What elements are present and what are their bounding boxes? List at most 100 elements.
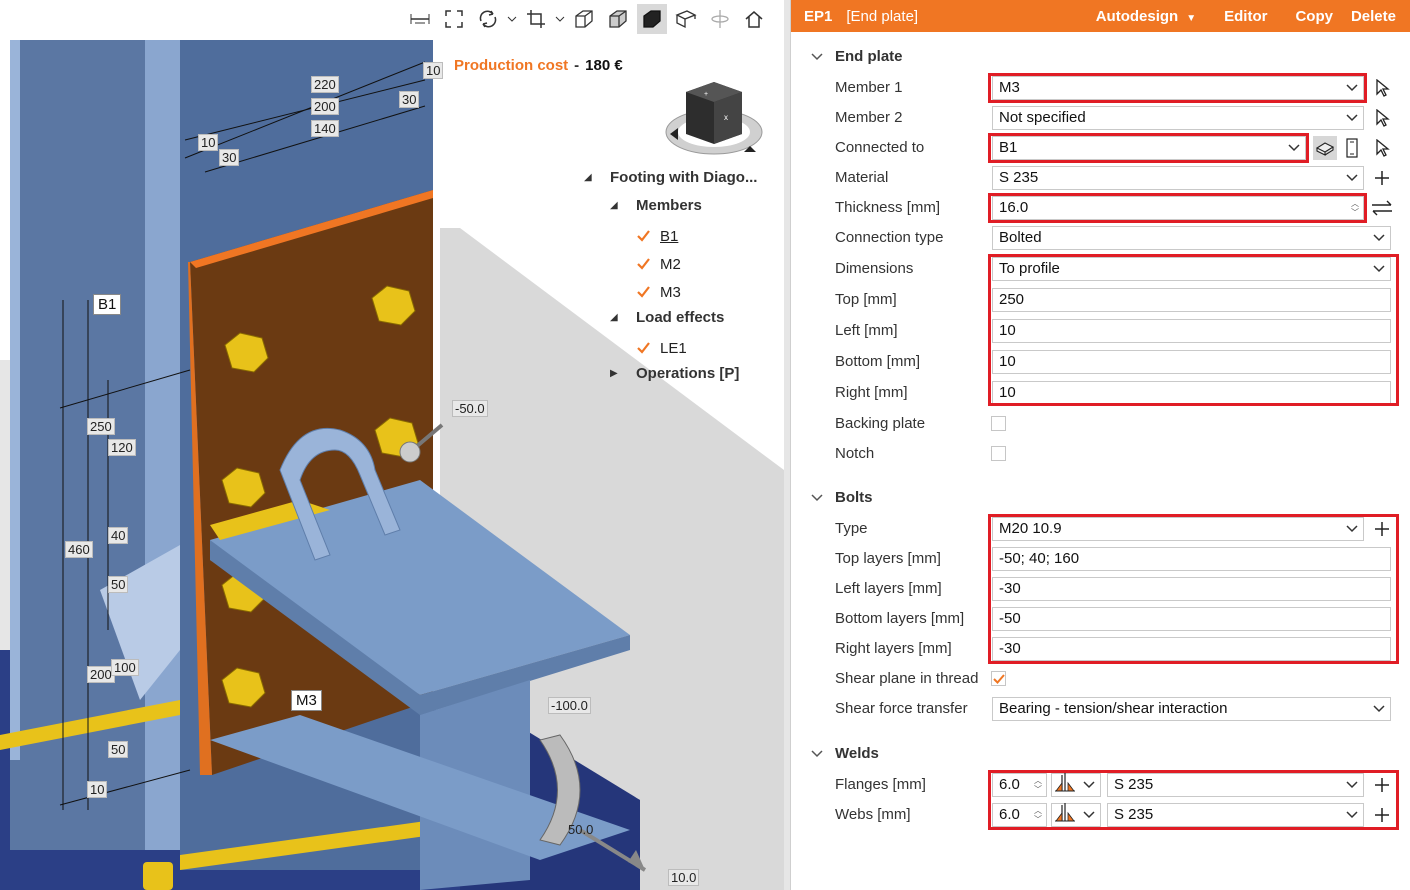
chevron-down-icon[interactable] [1368, 265, 1390, 273]
flanges-size-input[interactable]: 6.0 ︿ ﹀ [992, 773, 1047, 797]
chevron-down-icon[interactable] [1078, 811, 1100, 819]
delete-button[interactable]: Delete [1351, 8, 1396, 25]
chevron-down-icon[interactable] [1078, 781, 1100, 789]
chevron-down-icon[interactable] [1341, 525, 1363, 533]
section-welds[interactable]: Welds [811, 745, 879, 762]
chevron-down-icon[interactable] [1341, 781, 1363, 789]
connected-to-label: Connected to [835, 139, 925, 156]
webs-material-select[interactable]: S 235 [1107, 803, 1364, 827]
expand-triangle-icon[interactable]: ▶ [610, 368, 622, 379]
tree-load-le1[interactable]: LE1 [636, 337, 687, 359]
flanges-weld-type-select[interactable] [1051, 772, 1101, 797]
left-input[interactable]: 10 [992, 319, 1391, 343]
tree-root[interactable]: ◢ Footing with Diago... [584, 166, 757, 188]
pick-cursor-icon[interactable] [1370, 106, 1394, 130]
notch-checkbox[interactable] [991, 446, 1006, 461]
bottom-input[interactable]: 10 [992, 350, 1391, 374]
left-layers-input[interactable]: -30 [992, 577, 1391, 601]
caret-down-icon[interactable]: ▼ [1186, 13, 1196, 24]
connection-type-select[interactable]: Bolted [992, 226, 1391, 250]
chevron-down-icon[interactable] [507, 4, 517, 34]
section-bolts[interactable]: Bolts [811, 489, 873, 506]
member-label-m3[interactable]: M3 [291, 690, 322, 711]
3d-viewport[interactable]: 220 200 140 10 30 10 30 250 120 460 40 5… [0, 0, 784, 890]
top-input[interactable]: 250 [992, 288, 1391, 312]
spinner-icon[interactable]: ︿ ﹀ [1030, 776, 1046, 794]
navigation-cube-icon[interactable]: + x [664, 78, 764, 160]
rotate-icon[interactable] [473, 4, 503, 34]
tree-operations[interactable]: ▶ Operations [P] [610, 362, 739, 384]
tree-load-effects[interactable]: ◢ Load effects [610, 306, 724, 328]
tree-members[interactable]: ◢ Members [610, 194, 702, 216]
tree-member-b1[interactable]: B1 [636, 225, 678, 247]
chevron-down-icon[interactable] [811, 491, 825, 505]
checkbox-checked-icon[interactable] [636, 257, 650, 271]
tree-member-m3[interactable]: M3 [636, 281, 681, 303]
right-layers-input[interactable]: -30 [992, 637, 1391, 661]
fit-view-icon[interactable] [439, 4, 469, 34]
chevron-down-icon[interactable] [1283, 144, 1305, 152]
chevron-down-icon[interactable] [1368, 705, 1390, 713]
autodesign-button[interactable]: Autodesign ▼ [1096, 8, 1196, 25]
plus-icon[interactable] [1370, 517, 1394, 541]
chevron-down-icon[interactable] [811, 747, 825, 761]
transparent-icon[interactable] [603, 4, 633, 34]
plus-icon[interactable] [1370, 773, 1394, 797]
dimensions-select[interactable]: To profile [992, 257, 1391, 281]
section-end-plate[interactable]: End plate [811, 48, 903, 65]
plus-icon[interactable] [1370, 166, 1394, 190]
collapse-triangle-icon[interactable]: ◢ [610, 200, 622, 211]
collapse-triangle-icon[interactable]: ◢ [610, 312, 622, 323]
member1-select[interactable]: M3 [992, 76, 1364, 100]
tree-load-label: LE1 [660, 339, 687, 357]
material-select[interactable]: S 235 [992, 166, 1364, 190]
copy-button[interactable]: Copy [1295, 8, 1333, 25]
member-label-b1[interactable]: B1 [93, 294, 122, 315]
home-icon[interactable] [739, 4, 769, 34]
chevron-down-icon[interactable] [1341, 174, 1363, 182]
member2-select[interactable]: Not specified [992, 106, 1364, 130]
collapse-triangle-icon[interactable]: ◢ [584, 172, 596, 183]
section-icon[interactable] [671, 4, 701, 34]
editor-button[interactable]: Editor [1224, 8, 1267, 25]
top-layers-input[interactable]: -50; 40; 160 [992, 547, 1391, 571]
solid-icon[interactable] [637, 4, 667, 34]
checkbox-checked-icon[interactable] [636, 285, 650, 299]
chevron-down-icon[interactable] [555, 4, 565, 34]
spinner-icon[interactable]: ︿ ﹀ [1030, 806, 1046, 824]
webs-weld-type-select[interactable] [1051, 802, 1101, 827]
checkbox-checked-icon[interactable] [636, 341, 650, 355]
swap-icon[interactable] [1370, 196, 1394, 220]
pick-cursor-icon[interactable] [1370, 136, 1394, 160]
shear-force-select[interactable]: Bearing - tension/shear interaction [992, 697, 1391, 721]
member-connect-icon[interactable] [1340, 136, 1364, 160]
spinner-icon[interactable]: ︿ ﹀ [1347, 199, 1363, 217]
load-label: -50.0 [452, 400, 488, 417]
axis-icon[interactable] [705, 4, 735, 34]
shear-plane-checkbox[interactable] [991, 671, 1006, 686]
thickness-input[interactable]: 16.0 ︿ ﹀ [992, 196, 1364, 220]
chevron-down-icon[interactable] [1341, 114, 1363, 122]
bolt-type-select[interactable]: M20 10.9 [992, 517, 1364, 541]
flanges-material-select[interactable]: S 235 [1107, 773, 1364, 797]
chevron-down-icon[interactable] [1368, 234, 1390, 242]
chevron-down-icon[interactable] [1341, 811, 1363, 819]
dimension-icon[interactable] [405, 4, 435, 34]
crop-icon[interactable] [521, 4, 551, 34]
plus-icon[interactable] [1370, 803, 1394, 827]
dimensions-value: To profile [999, 260, 1060, 277]
pick-cursor-icon[interactable] [1370, 76, 1394, 100]
right-input[interactable]: 10 [992, 381, 1391, 405]
connected-to-select[interactable]: B1 [992, 136, 1306, 160]
dim-label: 140 [311, 120, 339, 137]
tree-member-m2[interactable]: M2 [636, 253, 681, 275]
chevron-down-icon[interactable] [1341, 84, 1363, 92]
chevron-down-icon[interactable] [811, 50, 825, 64]
plate-connect-icon[interactable] [1313, 136, 1337, 160]
backing-plate-checkbox[interactable] [991, 416, 1006, 431]
dim-label: 50 [108, 576, 129, 593]
webs-size-input[interactable]: 6.0 ︿ ﹀ [992, 803, 1047, 827]
wireframe-icon[interactable] [569, 4, 599, 34]
checkbox-checked-icon[interactable] [636, 229, 650, 243]
bottom-layers-input[interactable]: -50 [992, 607, 1391, 631]
